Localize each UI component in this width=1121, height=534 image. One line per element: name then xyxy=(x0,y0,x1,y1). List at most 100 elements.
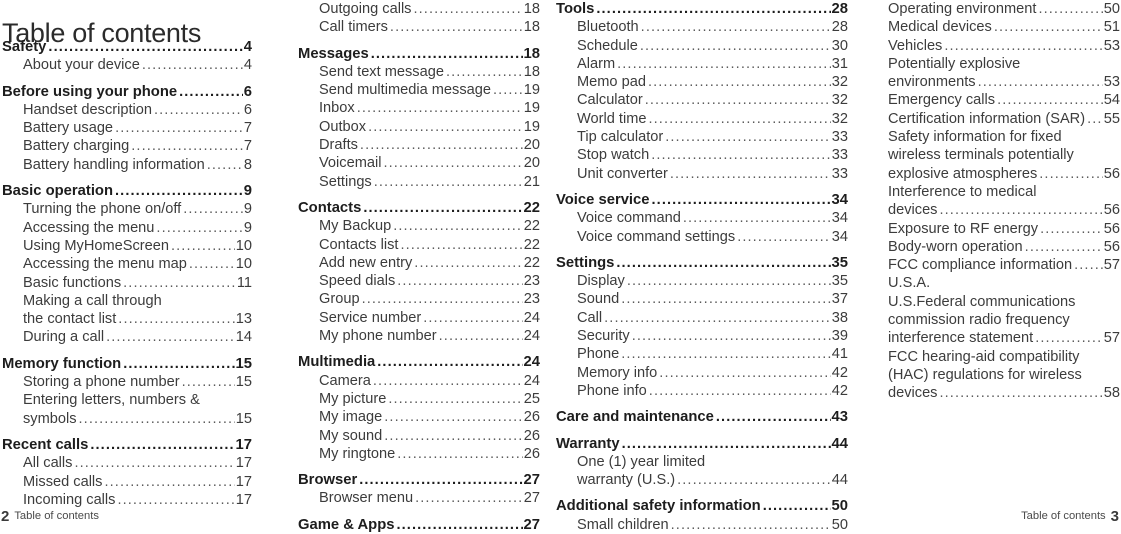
toc-section-entry[interactable]: Safety..................................… xyxy=(2,38,252,56)
toc-section-entry[interactable]: Browser.................................… xyxy=(298,471,540,489)
toc-sub-entry[interactable]: Basic functions.........................… xyxy=(2,274,252,292)
toc-leader-dots: ........................................… xyxy=(647,74,831,91)
toc-sub-entry[interactable]: Medical devices.........................… xyxy=(888,18,1120,36)
toc-sub-entry[interactable]: My Backup...............................… xyxy=(298,217,540,235)
toc-leader-dots: ........................................… xyxy=(639,37,831,54)
toc-sub-entry[interactable]: Accessing the menu......................… xyxy=(2,219,252,237)
toc-sub-entry[interactable]: Exposure to RF energy...................… xyxy=(888,220,1120,238)
toc-sub-entry[interactable]: World time..............................… xyxy=(556,110,848,128)
toc-sub-entry[interactable]: devices.................................… xyxy=(888,384,1120,402)
toc-section-entry[interactable]: Voice service...........................… xyxy=(556,191,848,209)
toc-sub-entry[interactable]: My image................................… xyxy=(298,408,540,426)
toc-sub-entry[interactable]: Operating environment...................… xyxy=(888,0,1120,18)
toc-section-entry[interactable]: Care and maintenance....................… xyxy=(556,408,848,426)
toc-sub-entry[interactable]: My phone number.........................… xyxy=(298,327,540,345)
toc-sub-entry[interactable]: Camera..................................… xyxy=(298,372,540,390)
toc-section-entry[interactable]: Basic operation.........................… xyxy=(2,182,252,200)
toc-sub-entry[interactable]: Call timers.............................… xyxy=(298,18,540,36)
toc-sub-entry[interactable]: Sound...................................… xyxy=(556,290,848,308)
toc-sub-entry[interactable]: Battery usage...........................… xyxy=(2,119,252,137)
toc-section-entry[interactable]: Recent calls............................… xyxy=(2,436,252,454)
toc-sub-entry[interactable]: Inbox...................................… xyxy=(298,99,540,117)
toc-sub-entry[interactable]: U.S.A. xyxy=(888,274,1120,292)
toc-entry-label: interference statement xyxy=(888,330,1034,347)
toc-sub-entry[interactable]: Making a call through xyxy=(2,292,252,310)
toc-sub-entry[interactable]: Phone...................................… xyxy=(556,345,848,363)
toc-sub-entry[interactable]: Certification information (SAR).........… xyxy=(888,110,1120,128)
toc-sub-entry[interactable]: U.S.Federal communications xyxy=(888,293,1120,311)
toc-sub-entry[interactable]: Body-worn operation.....................… xyxy=(888,238,1120,256)
toc-sub-entry[interactable]: the contact list........................… xyxy=(2,310,252,328)
toc-section-entry[interactable]: Settings................................… xyxy=(556,254,848,272)
toc-section-entry[interactable]: Memory function.........................… xyxy=(2,355,252,373)
toc-sub-entry[interactable]: wireless terminals potentially xyxy=(888,146,1120,164)
toc-sub-entry[interactable]: environments............................… xyxy=(888,73,1120,91)
toc-sub-entry[interactable]: Storing a phone number..................… xyxy=(2,373,252,391)
toc-sub-entry[interactable]: Voice command settings..................… xyxy=(556,228,848,246)
toc-sub-entry[interactable]: Handset description.....................… xyxy=(2,101,252,119)
toc-sub-entry[interactable]: Emergency calls.........................… xyxy=(888,91,1120,109)
toc-sub-entry[interactable]: Safety information for fixed xyxy=(888,128,1120,146)
toc-sub-entry[interactable]: Calculator..............................… xyxy=(556,91,848,109)
toc-sub-entry[interactable]: Memo pad................................… xyxy=(556,73,848,91)
toc-section-entry[interactable]: Multimedia..............................… xyxy=(298,353,540,371)
toc-sub-entry[interactable]: Add new entry...........................… xyxy=(298,254,540,272)
toc-sub-entry[interactable]: Battery charging........................… xyxy=(2,137,252,155)
toc-sub-entry[interactable]: explosive atmospheres...................… xyxy=(888,165,1120,183)
toc-sub-entry[interactable]: Schedule................................… xyxy=(556,37,848,55)
toc-sub-entry[interactable]: Vehicles................................… xyxy=(888,37,1120,55)
toc-sub-entry[interactable]: Call....................................… xyxy=(556,309,848,327)
toc-sub-entry[interactable]: All calls...............................… xyxy=(2,454,252,472)
toc-sub-entry[interactable]: Tip calculator..........................… xyxy=(556,128,848,146)
toc-sub-entry[interactable]: Bluetooth...............................… xyxy=(556,18,848,36)
toc-sub-entry[interactable]: During a call...........................… xyxy=(2,328,252,346)
toc-sub-entry[interactable]: My sound................................… xyxy=(298,427,540,445)
toc-sub-entry[interactable]: Service number..........................… xyxy=(298,309,540,327)
toc-section-entry[interactable]: Contacts................................… xyxy=(298,199,540,217)
toc-sub-entry[interactable]: Contacts list...........................… xyxy=(298,236,540,254)
toc-sub-entry[interactable]: Send multimedia message.................… xyxy=(298,81,540,99)
toc-sub-entry[interactable]: Group...................................… xyxy=(298,290,540,308)
toc-sub-entry[interactable]: Memory info.............................… xyxy=(556,364,848,382)
footer-right-page-number: 3 xyxy=(1110,508,1119,525)
toc-sub-entry[interactable]: Voice command...........................… xyxy=(556,209,848,227)
toc-sub-entry[interactable]: One (1) year limited xyxy=(556,453,848,471)
toc-sub-entry[interactable]: Entering letters, numbers & xyxy=(2,391,252,409)
toc-sub-entry[interactable]: Send text message.......................… xyxy=(298,63,540,81)
toc-sub-entry[interactable]: devices.................................… xyxy=(888,201,1120,219)
toc-sub-entry[interactable]: Settings................................… xyxy=(298,173,540,191)
toc-sub-entry[interactable]: Alarm...................................… xyxy=(556,55,848,73)
toc-sub-entry[interactable]: Turning the phone on/off................… xyxy=(2,200,252,218)
toc-sub-entry[interactable]: Battery handling information............… xyxy=(2,156,252,174)
toc-section-entry[interactable]: Warranty................................… xyxy=(556,435,848,453)
toc-sub-entry[interactable]: interference statement..................… xyxy=(888,329,1120,347)
toc-entry-label: Call xyxy=(577,309,603,326)
toc-sub-entry[interactable]: Security................................… xyxy=(556,327,848,345)
toc-sub-entry[interactable]: Speed dials.............................… xyxy=(298,272,540,290)
toc-sub-entry[interactable]: Using MyHomeScreen......................… xyxy=(2,237,252,255)
toc-sub-entry[interactable]: Accessing the menu map..................… xyxy=(2,255,252,273)
toc-sub-entry[interactable]: Missed calls............................… xyxy=(2,473,252,491)
toc-sub-entry[interactable]: Drafts..................................… xyxy=(298,136,540,154)
toc-sub-entry[interactable]: Potentially explosive xyxy=(888,55,1120,73)
toc-sub-entry[interactable]: FCC compliance information..............… xyxy=(888,256,1120,274)
toc-sub-entry[interactable]: FCC hearing-aid compatibility xyxy=(888,348,1120,366)
toc-sub-entry[interactable]: Unit converter..........................… xyxy=(556,165,848,183)
toc-sub-entry[interactable]: Display.................................… xyxy=(556,272,848,290)
toc-sub-entry[interactable]: Outbox..................................… xyxy=(298,118,540,136)
toc-section-entry[interactable]: Before using your phone.................… xyxy=(2,83,252,101)
toc-sub-entry[interactable]: Voicemail...............................… xyxy=(298,154,540,172)
toc-sub-entry[interactable]: Stop watch..............................… xyxy=(556,146,848,164)
toc-section-entry[interactable]: Tools...................................… xyxy=(556,0,848,18)
toc-section-entry[interactable]: Messages................................… xyxy=(298,45,540,63)
toc-sub-entry[interactable]: (HAC) regulations for wireless xyxy=(888,366,1120,384)
toc-sub-entry[interactable]: My picture..............................… xyxy=(298,390,540,408)
toc-sub-entry[interactable]: symbols.................................… xyxy=(2,410,252,428)
toc-sub-entry[interactable]: Interference to medical xyxy=(888,183,1120,201)
toc-sub-entry[interactable]: commission radio frequency xyxy=(888,311,1120,329)
toc-sub-entry[interactable]: warranty (U.S.).........................… xyxy=(556,471,848,489)
toc-sub-entry[interactable]: Outgoing calls..........................… xyxy=(298,0,540,18)
toc-sub-entry[interactable]: My ringtone.............................… xyxy=(298,445,540,463)
toc-sub-entry[interactable]: Phone info..............................… xyxy=(556,382,848,400)
toc-sub-entry[interactable]: About your device.......................… xyxy=(2,56,252,74)
